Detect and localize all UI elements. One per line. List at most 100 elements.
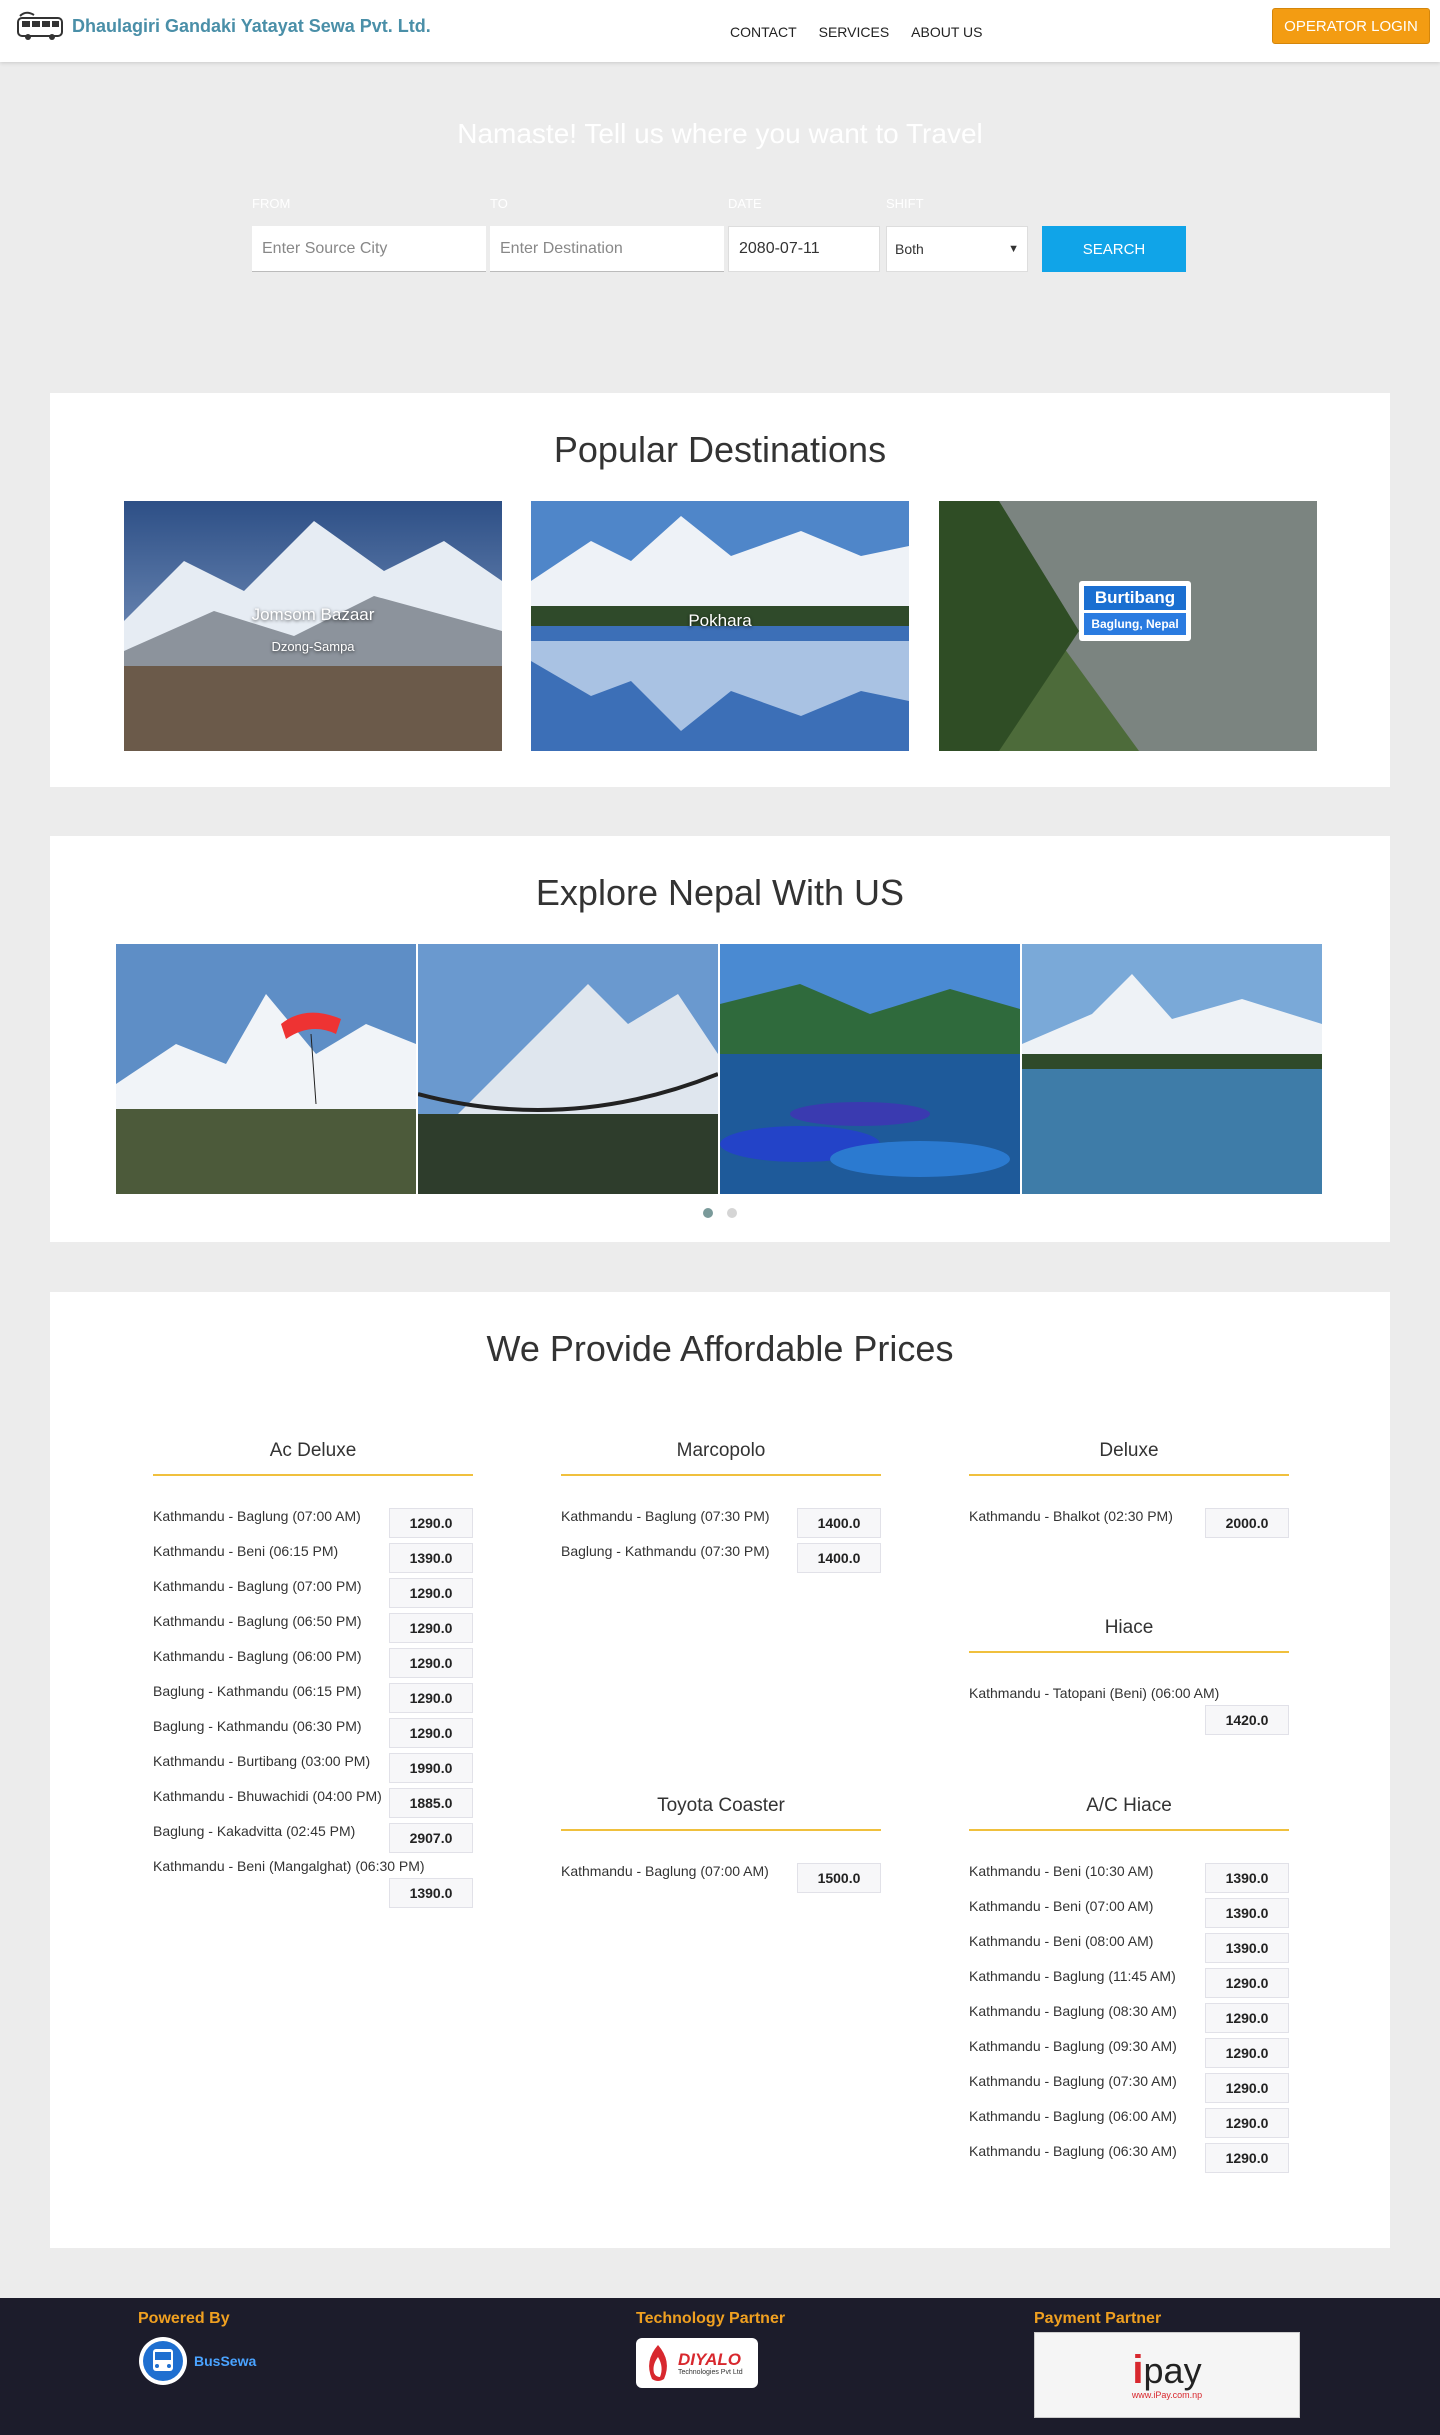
price-row: Kathmandu - Baglung (07:00 AM) 1500.0 [561,1863,881,1897]
date-input[interactable] [728,226,880,272]
route-text: Kathmandu - Bhuwachidi (04:00 PM) [153,1788,382,1804]
route-text: Kathmandu - Beni (06:15 PM) [153,1543,339,1559]
brand[interactable]: Dhaulagiri Gandaki Yatayat Sewa Pvt. Ltd… [16,10,431,42]
deluxe-title: Deluxe [1099,1440,1159,1461]
main-menu: CONTACT SERVICES ABOUT US [730,24,1004,40]
destination-card-burtibang[interactable]: Burtibang Baglung, Nepal [939,501,1317,751]
route-text: Kathmandu - Burtibang (03:00 PM) [153,1753,371,1769]
price-badge: 1885.0 [389,1788,473,1818]
hiace-title: Hiace [1104,1617,1154,1638]
route-text: Kathmandu - Baglung (06:00 PM) [153,1648,362,1664]
price-badge: 1290.0 [389,1683,473,1713]
operator-login-button[interactable]: OPERATOR LOGIN [1272,8,1430,44]
price-badge: 1290.0 [1205,2003,1289,2033]
explore-slide-paragliding[interactable] [116,944,416,1194]
powered-by-heading: Powered By [138,2310,230,2327]
bus-logo-icon [17,11,63,40]
jomsom-image [124,501,502,751]
divider [561,1474,881,1476]
payment-partner-heading: Payment Partner [1034,2310,1162,2327]
destination-card-jomsom[interactable]: Jomsom Bazaar Dzong-Sampa [124,501,502,751]
diyalo-flame-icon [649,2345,667,2381]
price-badge: 1390.0 [1205,1863,1289,1893]
prices-title: We Provide Affordable Prices [486,1328,954,1369]
price-badge: 1290.0 [389,1648,473,1678]
toyota-coaster-title: Toyota Coaster [657,1795,785,1816]
route-text: Kathmandu - Baglung (06:50 PM) [153,1613,362,1629]
price-row: Kathmandu - Baglung (09:30 AM) 1290.0 [969,2038,1289,2072]
diyalo-logo[interactable]: DIYALO Technologies Pvt Ltd [636,2338,758,2388]
tech-partner-heading: Technology Partner [636,2310,786,2327]
route-text: Kathmandu - Baglung (08:30 AM) [969,2003,1177,2019]
route-text: Baglung - Kakadvitta (02:45 PM) [153,1823,356,1839]
prices-section: We Provide Affordable Prices Ac Deluxe K… [50,1292,1390,2248]
divider [969,1474,1289,1476]
destination-sub: Dzong-Sampa [271,639,355,654]
search-button[interactable]: SEARCH [1042,226,1186,272]
price-badge: 1290.0 [1205,2108,1289,2138]
carousel-dot-1[interactable] [703,1208,713,1218]
price-badge: 1290.0 [1205,2038,1289,2068]
price-row: Kathmandu - Baglung (06:50 PM) 1290.0 [153,1613,473,1647]
destination-card-pokhara[interactable]: Pokhara [531,501,909,751]
price-row: Kathmandu - Baglung (08:30 AM) 1290.0 [969,2003,1289,2037]
to-input[interactable] [490,226,724,272]
price-row: Kathmandu - Beni (08:00 AM) 1390.0 [969,1933,1289,1967]
shift-select[interactable]: Both ▼ [886,226,1028,272]
carousel-dot-2[interactable] [727,1208,737,1218]
price-row: Kathmandu - Beni (06:15 PM) 1390.0 [153,1543,473,1577]
explore-section: Explore Nepal With US [50,836,1390,1242]
diyalo-name: DIYALO [678,2349,741,2369]
top-navbar: Dhaulagiri Gandaki Yatayat Sewa Pvt. Ltd… [0,0,1440,62]
price-row: Kathmandu - Tatopani (Beni) (06:00 AM) 14… [969,1685,1289,1735]
price-row: Baglung - Kakadvitta (02:45 PM) 2907.0 [153,1823,473,1857]
price-badge: 1290.0 [389,1718,473,1748]
ac-deluxe-title: Ac Deluxe [269,1440,357,1461]
price-badge: 1290.0 [389,1578,473,1608]
route-text: Kathmandu - Baglung (07:00 AM) [153,1508,361,1524]
bussewa-logo[interactable]: BusSewa [138,2336,256,2386]
price-row: Kathmandu - Baglung (06:00 PM) 1290.0 [153,1648,473,1682]
price-badge: 1400.0 [797,1508,881,1538]
chevron-down-icon: ▼ [1008,243,1019,255]
divider [969,1829,1289,1831]
nav-contact[interactable]: CONTACT [730,24,797,40]
shift-label: SHIFT [886,196,924,211]
destination-name: Burtibang [1084,586,1186,610]
price-badge: 1290.0 [1205,2073,1289,2103]
price-row: Kathmandu - Bhalkot (02:30 PM) 2000.0 [969,1508,1289,1542]
route-text: Kathmandu - Baglung (06:00 AM) [969,2108,1177,2124]
nav-services[interactable]: SERVICES [819,24,890,40]
price-badge: 1290.0 [389,1613,473,1643]
route-text: Kathmandu - Baglung (07:30 PM) [561,1508,770,1524]
ipay-logo[interactable]: i pay www.iPay.com.np [1034,2332,1300,2418]
price-row: Kathmandu - Beni (Mangalghat) (06:30 PM)… [153,1858,473,1908]
explore-title: Explore Nepal With US [535,872,905,913]
explore-slide-mountain-bridge[interactable] [418,944,718,1194]
explore-slide-lake[interactable] [1022,944,1322,1194]
price-row: Kathmandu - Baglung (06:00 AM) 1290.0 [969,2108,1289,2142]
ipay-i-icon: i [1132,2348,1144,2392]
diyalo-sub: Technologies Pvt Ltd [678,2368,743,2376]
popular-destinations-title: Popular Destinations [553,429,887,470]
price-row: Kathmandu - Baglung (07:00 AM) 1290.0 [153,1508,473,1542]
route-text: Kathmandu - Baglung (07:00 AM) [561,1863,769,1879]
price-badge: 1290.0 [1205,2143,1289,2173]
price-row: Kathmandu - Baglung (07:30 PM) 1400.0 [561,1508,881,1542]
popular-destinations-section: Popular Destinations Jomsom Bazaar Dzong… [50,393,1390,787]
mountain-bridge-image [418,944,718,1194]
boats-image [720,944,1020,1194]
brand-name: Dhaulagiri Gandaki Yatayat Sewa Pvt. Ltd… [72,15,431,36]
price-row: Baglung - Kathmandu (06:30 PM) 1290.0 [153,1718,473,1752]
route-text: Baglung - Kathmandu (06:30 PM) [153,1718,362,1734]
date-label: DATE [728,196,762,211]
from-input[interactable] [252,226,486,272]
price-row: Baglung - Kathmandu (06:15 PM) 1290.0 [153,1683,473,1717]
price-badge: 1990.0 [389,1753,473,1783]
price-row: Kathmandu - Baglung (11:45 AM) 1290.0 [969,1968,1289,2002]
explore-slide-boats[interactable] [720,944,1020,1194]
price-badge: 1390.0 [389,1543,473,1573]
route-text: Baglung - Kathmandu (06:15 PM) [153,1683,362,1699]
nav-about-us[interactable]: ABOUT US [911,24,982,40]
price-row: Kathmandu - Beni (07:00 AM) 1390.0 [969,1898,1289,1932]
